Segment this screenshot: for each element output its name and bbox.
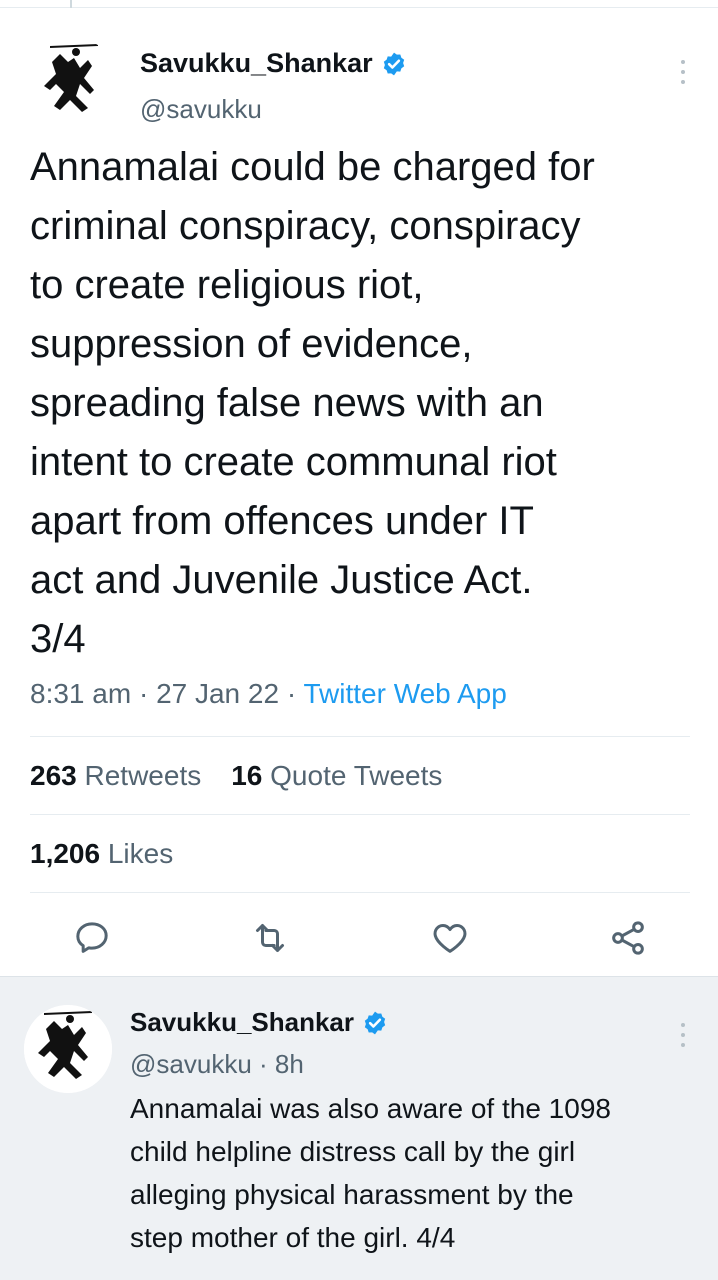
- tweet-meta: 8:31 am · 27 Jan 22 · Twitter Web App: [30, 678, 507, 710]
- tweet-text: Annamalai could be charged for criminal …: [30, 145, 595, 661]
- likes-stat[interactable]: 1,206 Likes: [30, 838, 173, 870]
- reply-tweet[interactable]: Savukku_Shankar @savukku · 8h Annamalai …: [0, 976, 718, 1280]
- reply-author-row: Savukku_Shankar: [130, 1007, 388, 1038]
- reply-handle-row: @savukku · 8h: [130, 1049, 304, 1080]
- tweet-time[interactable]: 8:31 am: [30, 678, 131, 709]
- reply-author-display-name[interactable]: Savukku_Shankar: [130, 1007, 354, 1038]
- author-display-name[interactable]: Savukku_Shankar: [140, 48, 373, 79]
- divider: [30, 892, 690, 893]
- tweet-source[interactable]: Twitter Web App: [303, 678, 506, 709]
- more-options-icon[interactable]: [678, 60, 688, 90]
- engagement-stats: 263 Retweets 16 Quote Tweets: [30, 760, 442, 792]
- retweet-icon: [256, 924, 284, 952]
- action-bar: [0, 908, 718, 968]
- top-separator: [0, 0, 718, 8]
- share-button[interactable]: [608, 918, 648, 958]
- reply-tweet-text: Annamalai was also aware of the 1098 chi…: [130, 1093, 611, 1253]
- share-icon: [612, 921, 644, 955]
- reply-relative-time[interactable]: 8h: [275, 1049, 304, 1079]
- quotes-label: Quote Tweets: [270, 760, 443, 791]
- likes-count: 1,206: [30, 838, 101, 869]
- tweet-date[interactable]: 27 Jan 22: [156, 678, 279, 709]
- verified-badge-icon: [364, 1011, 386, 1034]
- divider: [30, 814, 690, 815]
- avatar[interactable]: [24, 1005, 112, 1093]
- more-options-icon[interactable]: [678, 1023, 688, 1053]
- author-handle[interactable]: @savukku: [140, 94, 262, 125]
- meta-separator: ·: [286, 678, 304, 709]
- main-tweet: Savukku_Shankar @savukku Annamalai could…: [0, 8, 718, 976]
- meta-separator: ·: [138, 678, 157, 709]
- likes-stats: 1,206 Likes: [30, 838, 173, 870]
- rider-silhouette-icon: [24, 1005, 112, 1093]
- like-button[interactable]: [430, 918, 470, 958]
- retweets-stat[interactable]: 263 Retweets: [30, 760, 201, 792]
- reply-button[interactable]: [72, 918, 112, 958]
- likes-label: Likes: [107, 838, 174, 869]
- heart-icon: [433, 924, 467, 953]
- reply-author-handle[interactable]: @savukku: [130, 1049, 252, 1079]
- retweets-count: 263: [30, 760, 77, 791]
- retweet-button[interactable]: [250, 918, 290, 958]
- quotes-stat[interactable]: 16 Quote Tweets: [231, 760, 442, 792]
- reply-icon: [76, 922, 108, 953]
- meta-separator: ·: [259, 1049, 275, 1079]
- rider-silhouette-icon: [30, 38, 118, 126]
- divider: [30, 736, 690, 737]
- retweets-label: Retweets: [84, 760, 202, 791]
- verified-badge-icon: [383, 52, 404, 75]
- quotes-count: 16: [231, 760, 263, 791]
- author-row: Savukku_Shankar: [140, 48, 407, 79]
- avatar[interactable]: [30, 38, 118, 126]
